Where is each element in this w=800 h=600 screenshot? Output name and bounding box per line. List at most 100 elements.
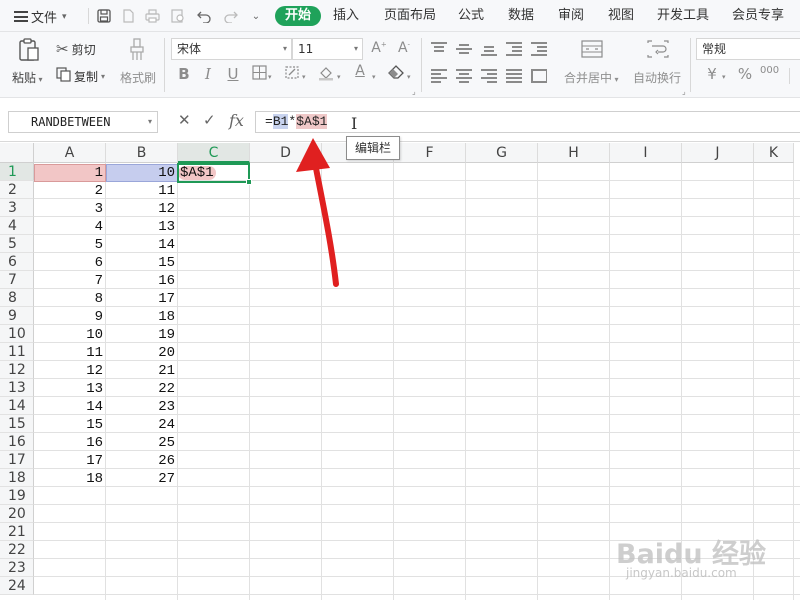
align-right-icon[interactable]: [481, 69, 497, 83]
cell-b14[interactable]: 23: [106, 398, 178, 416]
row-header-17[interactable]: 17: [0, 451, 34, 469]
cell-b17[interactable]: 26: [106, 452, 178, 470]
distributed-align-icon[interactable]: [531, 69, 547, 83]
cell-b11[interactable]: 20: [106, 344, 178, 362]
row-header-1[interactable]: 1: [0, 163, 34, 181]
increase-indent-icon[interactable]: [531, 42, 547, 56]
font-dialog-launcher-icon[interactable]: ⌟: [412, 87, 416, 96]
row-header-19[interactable]: 19: [0, 487, 34, 505]
currency-icon[interactable]: ¥: [703, 65, 721, 83]
print-preview-icon[interactable]: [168, 6, 188, 26]
align-left-icon[interactable]: [431, 69, 447, 83]
cell-c1[interactable]: $A$1: [177, 164, 250, 182]
cell-a5[interactable]: 5: [34, 236, 106, 254]
cell-a18[interactable]: 18: [34, 470, 106, 488]
cell-style-icon[interactable]: [283, 65, 301, 84]
tab-home[interactable]: 开始: [275, 6, 322, 26]
row-header-14[interactable]: 14: [0, 397, 34, 415]
chevron-down-icon[interactable]: ▾: [372, 73, 376, 81]
cell-b9[interactable]: 18: [106, 308, 178, 326]
cell-b7[interactable]: 16: [106, 272, 178, 290]
italic-icon[interactable]: I: [199, 65, 217, 83]
merge-center-icon[interactable]: [581, 40, 603, 58]
merge-center-button[interactable]: 合并居中 ▾: [564, 69, 619, 86]
cell-a12[interactable]: 12: [34, 362, 106, 380]
row-header-5[interactable]: 5: [0, 235, 34, 253]
bold-icon[interactable]: B: [175, 65, 193, 83]
align-bottom-icon[interactable]: [481, 42, 497, 56]
row-header-15[interactable]: 15: [0, 415, 34, 433]
decrease-font-icon[interactable]: A-: [395, 40, 413, 56]
select-all-corner[interactable]: [0, 143, 34, 163]
row-header-21[interactable]: 21: [0, 523, 34, 541]
row-header-6[interactable]: 6: [0, 253, 34, 271]
row-header-11[interactable]: 11: [0, 343, 34, 361]
cell-a2[interactable]: 2: [34, 182, 106, 200]
cancel-icon[interactable]: ✕: [178, 111, 191, 129]
cell-a9[interactable]: 9: [34, 308, 106, 326]
cell-a6[interactable]: 6: [34, 254, 106, 272]
cell-b16[interactable]: 25: [106, 434, 178, 452]
row-header-3[interactable]: 3: [0, 199, 34, 217]
save-icon[interactable]: [94, 6, 114, 26]
row-header-2[interactable]: 2: [0, 181, 34, 199]
redo-icon[interactable]: [220, 6, 240, 26]
undo-icon[interactable]: [194, 6, 214, 26]
tab-formulas[interactable]: 公式: [458, 6, 484, 26]
underline-icon[interactable]: U: [224, 65, 242, 83]
row-header-7[interactable]: 7: [0, 271, 34, 289]
justify-icon[interactable]: [506, 69, 522, 83]
chevron-down-icon[interactable]: ▾: [722, 73, 726, 81]
row-header-4[interactable]: 4: [0, 217, 34, 235]
row-header-24[interactable]: 24: [0, 577, 34, 595]
row-header-22[interactable]: 22: [0, 541, 34, 559]
align-center-icon[interactable]: [456, 69, 472, 83]
cell-b2[interactable]: 11: [106, 182, 178, 200]
row-header-13[interactable]: 13: [0, 379, 34, 397]
chevron-down-icon[interactable]: ▾: [337, 73, 341, 81]
tab-review[interactable]: 审阅: [558, 6, 584, 26]
wrap-text-icon[interactable]: [647, 40, 669, 58]
row-header-8[interactable]: 8: [0, 289, 34, 307]
tab-data[interactable]: 数据: [508, 6, 534, 26]
cut-button[interactable]: ✂ 剪切: [56, 40, 96, 58]
align-top-icon[interactable]: [431, 42, 447, 56]
tab-developer[interactable]: 开发工具: [657, 6, 709, 26]
cell-a3[interactable]: 3: [34, 200, 106, 218]
column-header-g[interactable]: G: [466, 143, 538, 163]
insert-function-button[interactable]: fx: [229, 111, 244, 130]
file-menu[interactable]: 文件 ▾: [14, 7, 67, 26]
row-header-20[interactable]: 20: [0, 505, 34, 523]
tab-page-layout[interactable]: 页面布局: [384, 6, 436, 26]
chevron-down-icon[interactable]: ▾: [148, 112, 152, 132]
font-color-icon[interactable]: A: [351, 63, 369, 79]
copy-button[interactable]: 复制 ▾: [56, 67, 105, 85]
cell-b13[interactable]: 22: [106, 380, 178, 398]
cell-b12[interactable]: 21: [106, 362, 178, 380]
row-header-10[interactable]: 10: [0, 325, 34, 343]
column-header-h[interactable]: H: [538, 143, 610, 163]
cell-b3[interactable]: 12: [106, 200, 178, 218]
chevron-down-icon[interactable]: ▾: [302, 73, 306, 81]
wrap-text-label[interactable]: 自动换行: [633, 69, 681, 86]
column-header-b[interactable]: B: [106, 143, 178, 163]
decrease-indent-icon[interactable]: [506, 42, 522, 56]
font-name-select[interactable]: 宋体 ▾: [171, 38, 292, 60]
confirm-icon[interactable]: ✓: [203, 111, 216, 129]
cell-a14[interactable]: 14: [34, 398, 106, 416]
eraser-icon[interactable]: [387, 65, 405, 84]
format-painter-label[interactable]: 格式刷: [120, 69, 156, 86]
export-pdf-icon[interactable]: [118, 6, 138, 26]
cell-a13[interactable]: 13: [34, 380, 106, 398]
fill-color-icon[interactable]: [317, 65, 335, 85]
tab-insert[interactable]: 插入: [333, 6, 359, 26]
cell-b6[interactable]: 15: [106, 254, 178, 272]
formula-input[interactable]: =B1*$A$1: [255, 111, 800, 133]
customize-toolbar-icon[interactable]: ⌄: [246, 6, 266, 26]
alignment-dialog-launcher-icon[interactable]: ⌟: [682, 87, 686, 96]
chevron-down-icon[interactable]: ▾: [407, 73, 411, 81]
thousands-separator-icon[interactable]: 000: [760, 65, 779, 76]
cell-a4[interactable]: 4: [34, 218, 106, 236]
tab-view[interactable]: 视图: [608, 6, 634, 26]
cell-b18[interactable]: 27: [106, 470, 178, 488]
